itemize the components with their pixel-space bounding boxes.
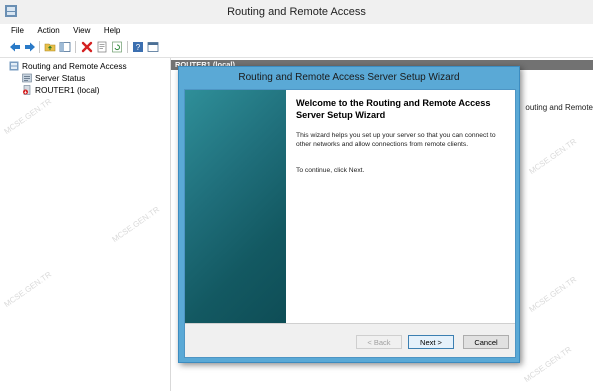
next-button[interactable]: Next >: [408, 335, 454, 349]
tree-item-label: Server Status: [35, 73, 86, 83]
show-hide-tree-icon[interactable]: [59, 41, 71, 53]
refresh-icon[interactable]: [111, 41, 123, 53]
setup-wizard-dialog: Routing and Remote Access Server Setup W…: [178, 66, 520, 363]
wizard-description: This wizard helps you set up your server…: [296, 132, 496, 148]
tree-root-label: Routing and Remote Access: [22, 61, 127, 71]
rras-node-icon: [9, 61, 19, 71]
details-note: outing and Remote: [525, 103, 593, 112]
back-arrow-icon[interactable]: [9, 41, 21, 53]
cancel-button[interactable]: Cancel: [463, 335, 509, 349]
back-button[interactable]: < Back: [356, 335, 402, 349]
help-icon[interactable]: ?: [132, 41, 144, 53]
console-tree: Routing and Remote Access Server Status …: [0, 58, 171, 391]
wizard-content: Welcome to the Routing and Remote Access…: [286, 90, 515, 323]
wizard-heading: Welcome to the Routing and Remote Access…: [296, 98, 491, 120]
server-status-icon: [22, 73, 32, 83]
delete-icon[interactable]: [81, 41, 93, 53]
menu-view[interactable]: View: [73, 26, 90, 35]
properties-icon[interactable]: [96, 41, 108, 53]
wizard-banner-image: [185, 90, 286, 323]
menu-file[interactable]: File: [11, 26, 24, 35]
svg-text:?: ?: [136, 43, 141, 52]
toolbar-separator: [75, 41, 76, 53]
wizard-body: Welcome to the Routing and Remote Access…: [184, 89, 516, 358]
up-folder-icon[interactable]: [44, 41, 56, 53]
window-title: Routing and Remote Access: [227, 6, 366, 18]
app-titlebar: Routing and Remote Access: [0, 0, 593, 25]
server-down-icon: [23, 85, 31, 95]
console-icon[interactable]: [147, 41, 159, 53]
wizard-divider: [185, 323, 515, 324]
wizard-title: Routing and Remote Access Server Setup W…: [238, 72, 460, 83]
toolbar-separator: [39, 41, 40, 53]
toolbar-separator: [127, 41, 128, 53]
menu-bar: File Action View Help: [0, 24, 593, 38]
wizard-continue-text: To continue, click Next.: [296, 167, 365, 174]
forward-arrow-icon[interactable]: [24, 41, 36, 53]
toolbar: ?: [0, 38, 593, 58]
menu-help[interactable]: Help: [104, 26, 120, 35]
menu-action[interactable]: Action: [37, 26, 59, 35]
tree-item-label: ROUTER1 (local): [35, 85, 100, 95]
